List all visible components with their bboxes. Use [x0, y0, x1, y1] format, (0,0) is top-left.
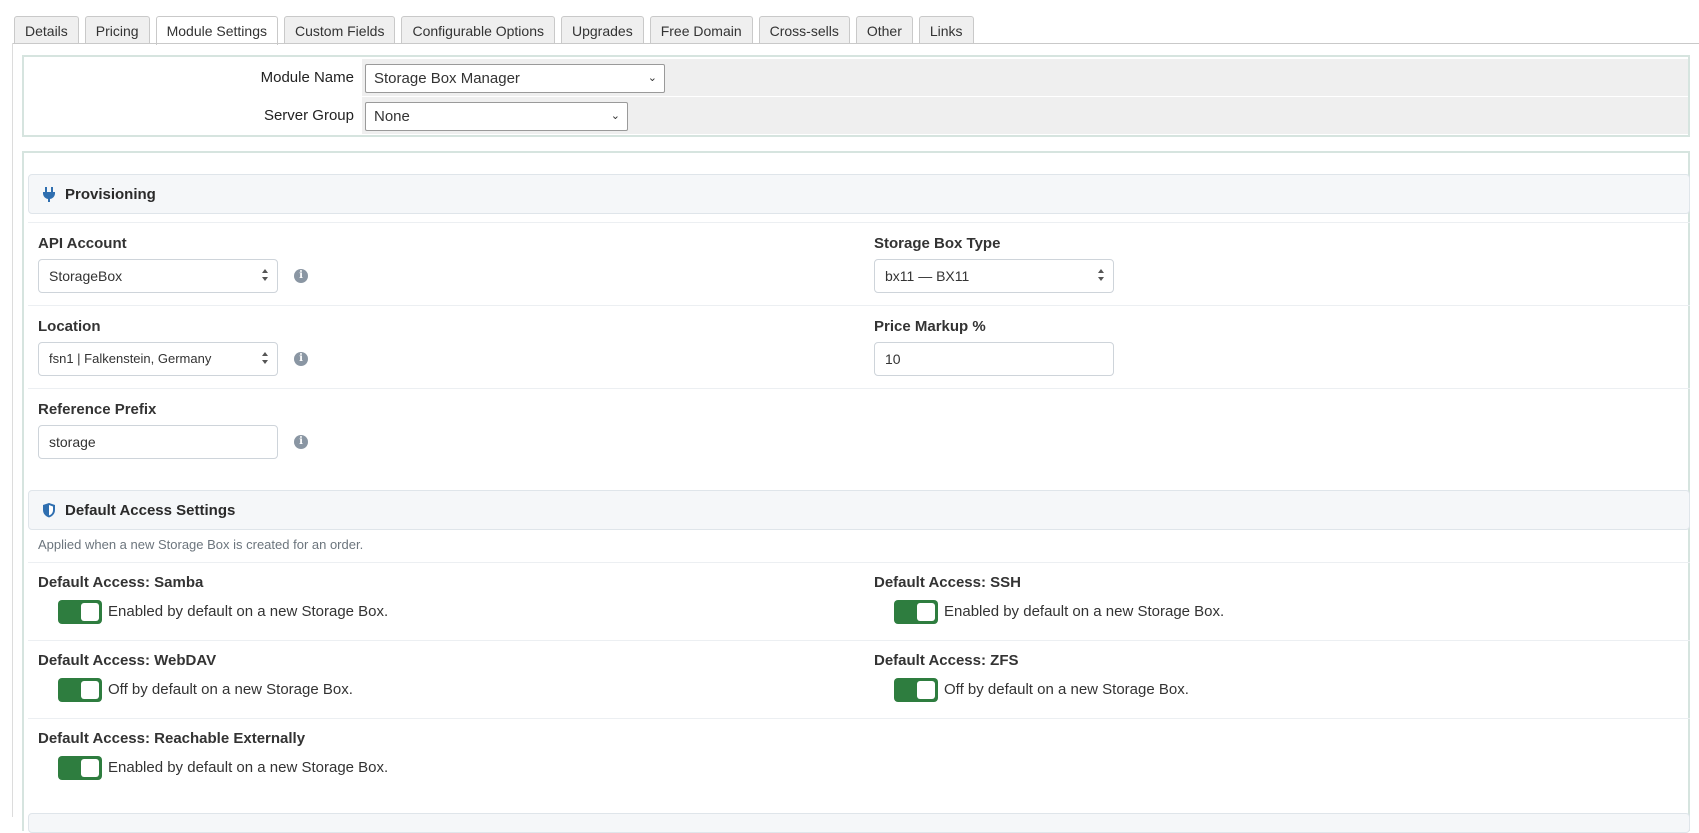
chevron-down-icon: ⌄ — [647, 72, 657, 84]
tab-other[interactable]: Other — [855, 16, 913, 44]
api-account-label: API Account — [38, 235, 127, 252]
storage-box-type-select[interactable]: bx11 — BX11 — [874, 259, 1114, 293]
ssh-toggle[interactable] — [894, 600, 938, 624]
sort-arrows-icon — [262, 352, 268, 364]
module-table: Module Name Storage Box Manager ⌄ Server… — [22, 55, 1690, 137]
api-account-select[interactable]: StorageBox — [38, 259, 278, 293]
tab-module-settings[interactable]: Module Settings — [155, 16, 278, 45]
external-description: Enabled by default on a new Storage Box. — [108, 759, 389, 776]
shield-icon — [43, 503, 55, 518]
provisioning-title: Provisioning — [65, 185, 156, 203]
location-select[interactable]: fsn1 | Falkenstein, Germany — [38, 342, 278, 376]
product-tabs: Details Pricing Module Settings Custom F… — [14, 16, 974, 45]
plug-icon — [43, 187, 55, 202]
webdav-label: Default Access: WebDAV — [38, 652, 217, 669]
info-icon[interactable]: i — [294, 435, 308, 449]
info-icon[interactable]: i — [294, 269, 308, 283]
access-settings-title: Default Access Settings — [65, 501, 236, 519]
ssh-description: Enabled by default on a new Storage Box. — [944, 603, 1225, 620]
tab-links[interactable]: Links — [918, 16, 974, 44]
product-edit-page: Details Pricing Module Settings Custom F… — [0, 0, 1699, 833]
sort-arrows-icon — [1098, 269, 1104, 281]
webdav-toggle[interactable] — [58, 678, 102, 702]
storage-box-type-label: Storage Box Type — [874, 235, 1001, 252]
price-markup-label: Price Markup % — [874, 318, 986, 335]
external-label: Default Access: Reachable Externally — [38, 730, 306, 747]
access-settings-hint: Applied when a new Storage Box is create… — [38, 537, 364, 552]
zfs-description: Off by default on a new Storage Box. — [944, 681, 1189, 698]
server-group-value: None — [374, 108, 410, 125]
location-label: Location — [38, 318, 101, 335]
module-name-label: Module Name — [24, 59, 362, 96]
zfs-toggle[interactable] — [894, 678, 938, 702]
module-name-row: Module Name Storage Box Manager ⌄ — [24, 59, 1688, 96]
tab-cross-sells[interactable]: Cross-sells — [758, 16, 850, 44]
webdav-description: Off by default on a new Storage Box. — [108, 681, 353, 698]
provisioning-header: Provisioning — [28, 174, 1690, 214]
next-section-header — [28, 813, 1690, 833]
tab-divider — [12, 43, 1699, 44]
module-name-select[interactable]: Storage Box Manager ⌄ — [365, 64, 665, 93]
server-group-label: Server Group — [24, 97, 362, 134]
tab-pricing[interactable]: Pricing — [84, 16, 150, 44]
tab-details[interactable]: Details — [14, 16, 79, 44]
reference-prefix-input[interactable]: storage — [38, 425, 278, 459]
samba-label: Default Access: Samba — [38, 574, 204, 591]
tab-upgrades[interactable]: Upgrades — [561, 16, 644, 44]
external-toggle[interactable] — [58, 756, 102, 780]
samba-description: Enabled by default on a new Storage Box. — [108, 603, 389, 620]
server-group-row: Server Group None ⌄ — [24, 97, 1688, 134]
info-icon[interactable]: i — [294, 352, 308, 366]
access-settings-header: Default Access Settings — [28, 490, 1690, 530]
zfs-label: Default Access: ZFS — [874, 652, 1019, 669]
module-name-value: Storage Box Manager — [374, 70, 520, 87]
samba-toggle[interactable] — [58, 600, 102, 624]
price-markup-input[interactable]: 10 — [874, 342, 1114, 376]
chevron-down-icon: ⌄ — [610, 110, 620, 122]
content-border — [12, 43, 13, 817]
module-config-panel: Provisioning API Account StorageBox i St… — [22, 151, 1690, 833]
tab-free-domain[interactable]: Free Domain — [649, 16, 753, 44]
tab-configurable-options[interactable]: Configurable Options — [401, 16, 555, 44]
sort-arrows-icon — [262, 269, 268, 281]
server-group-select[interactable]: None ⌄ — [365, 102, 628, 131]
ssh-label: Default Access: SSH — [874, 574, 1021, 591]
tab-custom-fields[interactable]: Custom Fields — [284, 16, 396, 44]
reference-prefix-label: Reference Prefix — [38, 401, 157, 418]
